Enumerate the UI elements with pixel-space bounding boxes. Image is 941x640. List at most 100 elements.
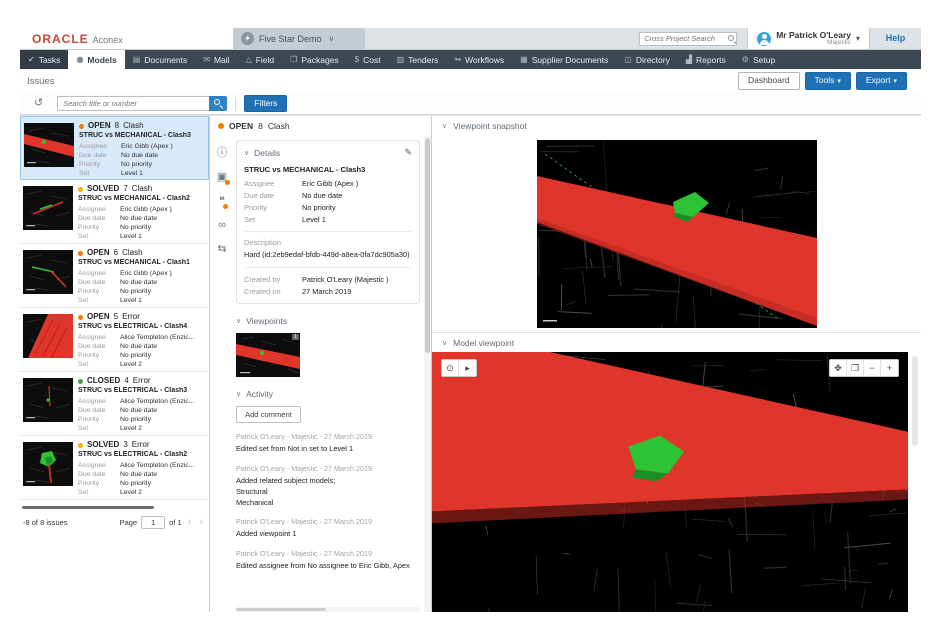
documents-icon: ▤ [133, 55, 141, 64]
issue-field-row: Due dateNo due date [78, 406, 206, 415]
field-value: Level 1 [120, 296, 142, 305]
issue-card[interactable]: SOLVED7ClashSTRUC vs MECHANICAL - Clash2… [20, 180, 209, 244]
activity-feed: Patrick O'Leary - Majestic - 27 March 20… [236, 432, 420, 571]
field-label: Due date [78, 278, 120, 287]
field-value: Eric Gibb (Apex ) [302, 178, 358, 190]
field-value: Eric Gibb (Apex ) [120, 269, 172, 278]
nav-item-cost[interactable]: $Cost [347, 50, 389, 69]
user-menu[interactable]: Mr Patrick O'Leary Majestic ▾ [747, 28, 869, 49]
issue-card[interactable]: OPEN5ErrorSTRUC vs ELECTRICAL - Clash4As… [20, 308, 209, 372]
issue-status-row: OPEN8Clash [79, 121, 205, 131]
field-value: No priority [121, 160, 152, 169]
status-dot [218, 123, 224, 129]
section-cube-icon[interactable]: ❐ [847, 360, 864, 376]
nav-item-packages[interactable]: ❒Packages [282, 50, 347, 69]
user-name: Mr Patrick O'Leary [776, 31, 851, 40]
nav-item-supplier-documents[interactable]: ▦Supplier Documents [512, 50, 616, 69]
pan-icon[interactable]: ✥ [830, 360, 847, 376]
issue-thumbnail[interactable] [23, 378, 73, 422]
issue-title: STRUC vs MECHANICAL - Clash2 [78, 195, 206, 204]
add-comment-button[interactable]: Add comment [236, 406, 301, 423]
zoom-in-icon[interactable]: + [881, 360, 898, 376]
issue-thumbnail[interactable] [23, 186, 73, 230]
search-button[interactable] [209, 96, 227, 111]
page-title: Issues [27, 76, 54, 87]
status-dot [78, 187, 83, 192]
issue-field-row: PriorityNo priority [79, 160, 205, 169]
nav-item-setup[interactable]: ⚙Setup [734, 50, 783, 69]
transform-icon[interactable]: ⇆ [217, 244, 226, 255]
info-icon[interactable]: ⓘ [217, 148, 228, 159]
issue-thumbnail[interactable] [24, 123, 74, 167]
details-section-header[interactable]: ∨ Details ✎ [244, 147, 412, 158]
nav-item-documents[interactable]: ▤Documents [125, 50, 196, 69]
horizontal-scrollbar-thumb[interactable] [236, 608, 326, 611]
issue-thumbnail[interactable] [23, 314, 73, 358]
nav-item-mail[interactable]: ✉Mail [195, 50, 237, 69]
activity-section-header[interactable]: ∨ Activity [236, 389, 420, 399]
model-viewer[interactable] [432, 352, 908, 612]
viewpoint-thumbnail[interactable]: 1 [236, 333, 300, 377]
nav-item-directory[interactable]: ◫Directory [616, 50, 678, 69]
search-icon [214, 99, 220, 105]
nav-item-tenders[interactable]: ▥Tenders [389, 50, 447, 69]
viewpoints-icon[interactable]: ▣ [217, 172, 227, 183]
next-page-icon[interactable]: › [197, 517, 205, 528]
tools-button[interactable]: Tools▾ [805, 72, 851, 89]
nav-item-workflows[interactable]: ↬Workflows [446, 50, 512, 69]
refresh-icon[interactable]: ↺ [34, 98, 43, 109]
status-dot [78, 251, 83, 256]
field-label: Due date [78, 406, 120, 415]
user-avatar-icon [757, 32, 771, 46]
field-label: Set [78, 488, 120, 497]
edit-pencil-icon[interactable]: ✎ [404, 147, 412, 158]
nav-item-tasks[interactable]: ✔Tasks [20, 50, 68, 69]
zoom-out-icon[interactable]: − [864, 360, 881, 376]
filters-button[interactable]: Filters [244, 95, 287, 112]
model-section-header[interactable]: ∨ Model viewpoint [432, 332, 921, 352]
models-icon: ◉ [76, 55, 83, 64]
snapshot-section-header[interactable]: ∨ Viewpoint snapshot [432, 116, 921, 136]
nav-item-field[interactable]: △Field [238, 50, 283, 69]
workflows-icon: ↬ [454, 55, 461, 64]
issue-card[interactable]: OPEN6ClashSTRUC vs MECHANICAL - Clash1As… [20, 244, 209, 308]
issue-search-input[interactable] [57, 96, 209, 111]
field-value: Alice Templeton (Enzic... [120, 461, 194, 470]
field-value: Level 1 [302, 214, 326, 226]
nav-item-reports[interactable]: ▟Reports [678, 50, 734, 69]
issue-field-row: AssigneeAlice Templeton (Enzic... [78, 333, 206, 342]
vertical-scrollbar-thumb[interactable] [425, 138, 430, 353]
viewpoints-section-header[interactable]: ∨ Viewpoints [236, 316, 420, 326]
comments-icon[interactable]: ❝ [219, 196, 225, 207]
project-selector[interactable]: ✦ Five Star Demo ∨ [233, 28, 365, 49]
dashboard-button[interactable]: Dashboard [738, 72, 800, 89]
prev-page-icon[interactable]: ‹ [186, 517, 194, 528]
cross-project-search-input[interactable] [639, 32, 737, 46]
field-label: Priority [78, 223, 120, 232]
issue-number: 6 [114, 248, 118, 258]
issue-field-row: SetLevel 1 [79, 169, 205, 178]
viewpoint-snapshot-image[interactable] [537, 140, 817, 328]
export-button[interactable]: Export▾ [856, 72, 907, 89]
attachments-icon[interactable]: ∞ [218, 220, 226, 231]
page-number-input[interactable] [141, 516, 165, 529]
issue-card-body: SOLVED7ClashSTRUC vs MECHANICAL - Clash2… [78, 184, 206, 239]
nav-item-models[interactable]: ◉Models [68, 50, 124, 69]
vertical-scrollbar-thumb[interactable] [912, 356, 918, 446]
issue-field-row: SetLevel 2 [78, 488, 206, 497]
issue-thumbnail[interactable] [23, 250, 73, 294]
activity-meta: Patrick O'Leary - Majestic - 27 March 20… [236, 464, 420, 473]
eye-icon[interactable]: ⊙ [442, 360, 459, 376]
issue-field-row: Due dateNo due date [78, 342, 206, 351]
main-nav: ✔Tasks◉Models▤Documents✉Mail△Field❒Packa… [20, 50, 921, 69]
issue-card[interactable]: CLOSED4ErrorSTRUC vs ELECTRICAL - Clash3… [20, 372, 209, 436]
help-link[interactable]: Help [869, 28, 921, 49]
utility-right: Mr Patrick O'Leary Majestic ▾ Help [639, 28, 921, 49]
issue-card[interactable]: OPEN8ClashSTRUC vs MECHANICAL - Clash3As… [20, 116, 209, 180]
issue-thumbnail[interactable] [23, 442, 73, 486]
status-dot [78, 315, 83, 320]
issue-card[interactable]: SOLVED3ErrorSTRUC vs ELECTRICAL - Clash2… [20, 436, 209, 500]
expand-icon[interactable]: ▸ [459, 360, 476, 376]
field-label: Set [79, 169, 121, 178]
field-label: Priority [78, 415, 120, 424]
